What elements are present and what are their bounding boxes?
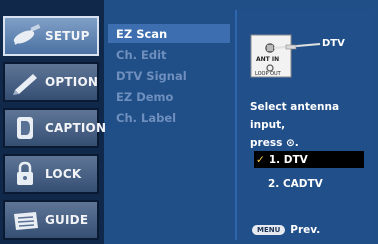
sidebar-item-lock[interactable]: LOCK	[3, 154, 99, 194]
submenu-item-ch-label[interactable]: Ch. Label	[108, 108, 230, 127]
sidebar-item-option[interactable]: OPTION	[3, 62, 99, 102]
pen-icon	[13, 74, 37, 95]
sidebar-item-label: GUIDE	[45, 213, 89, 227]
prev-label: Prev.	[290, 224, 321, 236]
prev-hint[interactable]: MENU Prev.	[252, 222, 352, 238]
setup-submenu: EZ Scan Ch. Edit DTV Signal EZ Demo Ch. …	[108, 24, 230, 244]
sidebar-item-label: OPTION	[45, 75, 99, 89]
submenu-item-dtv-signal[interactable]: DTV Signal	[108, 66, 230, 85]
main-menu-sidebar: SETUP OPTION CAPTION LOCK GUIDE	[0, 0, 106, 244]
antenna-prompt: Select antenna input, press ⊙.	[250, 98, 375, 152]
satellite-icon	[13, 24, 41, 45]
submenu-item-ez-demo[interactable]: EZ Demo	[108, 87, 230, 106]
sidebar-item-label: LOCK	[45, 167, 82, 181]
sidebar-item-label: SETUP	[45, 29, 90, 43]
caption-icon	[17, 117, 33, 139]
sidebar-item-setup[interactable]: SETUP	[3, 16, 99, 56]
checkmark-icon: ✓	[256, 153, 265, 166]
prompt-line-1: Select antenna input,	[250, 101, 340, 131]
option-label: 2. CADTV	[268, 177, 323, 190]
menu-key-icon: MENU	[252, 225, 286, 235]
option-label: 1. DTV	[268, 153, 308, 166]
loop-out-label: LOOP OUT	[255, 71, 282, 77]
antenna-option-cadtv[interactable]: 2. CADTV	[254, 175, 364, 192]
guide-icon	[14, 212, 38, 230]
sidebar-item-guide[interactable]: GUIDE	[3, 200, 99, 240]
sidebar-item-caption[interactable]: CAPTION	[3, 108, 106, 148]
tv-menu-screen: SETUP OPTION CAPTION LOCK GUIDE EZ Scan …	[0, 0, 378, 244]
ant-in-label: ANT IN	[256, 56, 279, 63]
lock-icon	[17, 161, 33, 185]
submenu-item-ez-scan[interactable]: EZ Scan	[108, 24, 230, 43]
submenu-item-ch-edit[interactable]: Ch. Edit	[108, 45, 230, 64]
antenna-option-dtv[interactable]: ✓ 1. DTV	[254, 151, 364, 168]
prompt-line-2: press ⊙.	[250, 137, 299, 149]
dtv-diagram-label: DTV	[322, 38, 345, 49]
sidebar-item-label: CAPTION	[45, 121, 107, 135]
